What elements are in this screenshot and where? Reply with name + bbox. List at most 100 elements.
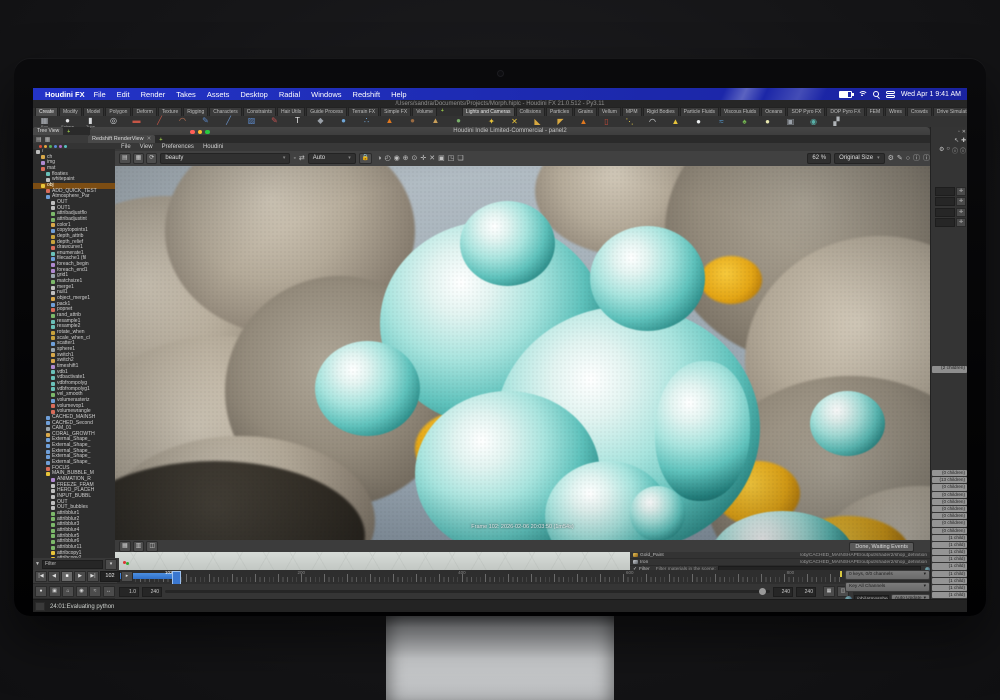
tab-redshift-renderview[interactable]: Redshift RenderView✕ <box>88 135 155 143</box>
wifi-icon[interactable] <box>858 91 867 98</box>
shelf-tool-icon[interactable]: ▣ <box>779 117 802 126</box>
renderview-round-icon[interactable]: ✛ <box>420 154 426 163</box>
tree-filter-menu-button[interactable]: ▾ <box>105 559 117 570</box>
playbar-side-icon[interactable]: ▦ <box>823 586 835 597</box>
panel-window-button[interactable]: ▫ <box>958 129 960 135</box>
shelf-tool-icon[interactable]: ● <box>401 116 424 128</box>
renderview-round-icon[interactable]: ⊕ <box>403 154 409 163</box>
shelf-tab-oceans[interactable]: Oceans <box>761 107 786 116</box>
range-slider[interactable] <box>165 590 770 593</box>
tree-dot[interactable] <box>59 145 62 148</box>
renderview-right-icon[interactable]: ⓘ <box>923 154 930 163</box>
shelf-tool-icon[interactable]: ✎ <box>194 116 217 128</box>
shelf-tool-icon[interactable]: ╱ <box>148 116 171 128</box>
loop-icon[interactable]: ⇄ <box>299 154 305 163</box>
shelf-tool-icon[interactable]: ◎ <box>102 116 125 128</box>
material-row[interactable]: Iron /obj/CACHED_MAINSHAPE/output/shader… <box>630 559 930 566</box>
playbar-option-icon-1[interactable]: ▣ <box>49 586 61 597</box>
shelf-tab-rigid-bodies[interactable]: Rigid Bodies <box>643 107 679 116</box>
status-indicator-box[interactable] <box>35 602 45 611</box>
shelf-tab-sop-pyro-fx[interactable]: SOP Pyro FX <box>787 107 825 116</box>
param-field-row[interactable]: ✛ <box>931 185 967 196</box>
renderview-right-icon[interactable]: ✎ <box>897 154 903 163</box>
play-button[interactable]: ▶ <box>74 571 86 582</box>
param-field-row[interactable]: ✛ <box>931 217 967 228</box>
image-size-select[interactable]: Original Size▾ <box>834 153 885 164</box>
tree-dot[interactable] <box>49 145 52 148</box>
grid-view-icon[interactable]: ▦ <box>45 136 51 143</box>
menubar-clock[interactable]: Wed Apr 1 9:41 AM <box>901 91 961 98</box>
playhead[interactable] <box>172 571 181 584</box>
panel-window-button[interactable]: ✕ <box>962 129 966 135</box>
shelf-tool-icon[interactable]: ╱ <box>217 116 240 128</box>
tree-dot[interactable] <box>54 145 57 148</box>
jump-to-start-button[interactable]: |◀ <box>35 571 47 582</box>
shelf-tool-icon[interactable]: ● <box>332 116 355 128</box>
play-backwards-button[interactable]: ◀ <box>48 571 60 582</box>
strip-icon[interactable]: ▦ <box>119 541 131 552</box>
renderview-right-icon[interactable]: ⚙ <box>888 154 894 163</box>
zoom-level-field[interactable]: 62 % <box>807 153 831 164</box>
shelf-tool-icon[interactable]: ▮Tube <box>79 116 102 128</box>
range-start-field[interactable]: 1.0 <box>119 587 139 597</box>
shelf-tool-icon[interactable]: ● <box>756 117 779 126</box>
range-slider-handle[interactable] <box>759 588 766 595</box>
global-end-field[interactable]: 240 <box>796 587 816 597</box>
minimize-window-button[interactable] <box>198 130 203 135</box>
shelf-tab-particle-fluids[interactable]: Particle Fluids <box>680 107 719 116</box>
shelf-tool-icon[interactable]: ✕ <box>503 117 526 126</box>
stop-button[interactable]: ■ <box>61 571 73 582</box>
shelf-tool-icon[interactable]: ●Sphere <box>56 116 79 128</box>
renderview-menu-houdini[interactable]: Houdini <box>203 144 223 150</box>
shelf-tool-icon[interactable]: ∴ <box>355 116 378 128</box>
panel-tool-icon[interactable]: ⚙ <box>939 146 944 155</box>
playbar-option-icon-5[interactable]: ↔ <box>103 586 115 597</box>
render-pass-select[interactable]: beauty▾ <box>160 153 290 164</box>
shelf-tool-icon[interactable]: ◉ <box>802 117 825 126</box>
playbar-option-icon-0[interactable]: ● <box>35 586 47 597</box>
shelf-tool-icon[interactable]: ✎ <box>263 116 286 128</box>
shelf-tab-grains[interactable]: Grains <box>574 107 597 116</box>
material-row[interactable]: Gold_Paint /obj/CACHED_MAINSHAPE/output/… <box>630 552 930 559</box>
renderview-round-icon[interactable]: ⊙ <box>412 154 418 163</box>
renderview-round-icon[interactable]: ◳ <box>448 154 455 163</box>
auto-mode-select[interactable]: Auto▾ <box>308 153 356 164</box>
funnel-icon[interactable]: ▼ <box>35 561 40 567</box>
shelf-tool-icon[interactable]: ▞ <box>825 117 848 126</box>
menubar-item-windows[interactable]: Windows <box>311 90 341 99</box>
panel-tool-icon[interactable]: ⓘ <box>952 146 958 155</box>
tree-filter-input[interactable]: Filter <box>42 560 103 569</box>
renderview-round-icon[interactable]: ▣ <box>438 154 445 163</box>
param-field-row[interactable]: ✛ <box>931 196 967 207</box>
playbar-option-icon-2[interactable]: ⌂ <box>62 586 74 597</box>
shelf-tab-viscous-fluids[interactable]: Viscous Fluids <box>720 107 760 116</box>
menubar-item-render[interactable]: Render <box>141 90 166 99</box>
renderview-round-icon[interactable]: ◑ <box>377 154 381 163</box>
menubar-item-edit[interactable]: Edit <box>117 90 130 99</box>
network-editor-pane[interactable] <box>115 552 630 570</box>
playbar-option-icon-3[interactable]: ◉ <box>76 586 88 597</box>
renderview-menu-view[interactable]: View <box>140 144 153 150</box>
close-tab-icon[interactable]: ✕ <box>147 136 152 142</box>
tab-tree-view[interactable]: Tree View <box>33 127 63 135</box>
renderview-tool-icon[interactable]: ⟳ <box>146 153 157 164</box>
menubar-item-radial[interactable]: Radial <box>279 90 300 99</box>
channels-summary-button[interactable]: 0 keys, 0/0 channels▾ <box>845 570 930 580</box>
playbar-option-icon-4[interactable]: ≈ <box>89 586 101 597</box>
lock-icon[interactable]: 🔒 <box>359 153 372 164</box>
renderview-menu-file[interactable]: File <box>121 144 131 150</box>
render-viewport[interactable]: Frame 102: 2026-02-06 20:03:50 (1m54s) <box>115 166 930 540</box>
shelf-tab-dop-pyro-fx[interactable]: DOP Pyro FX <box>826 107 864 116</box>
traffic-lights[interactable] <box>190 130 210 135</box>
shelf-tool-icon[interactable]: ▦Box <box>33 116 56 128</box>
renderview-round-icon[interactable]: ❏ <box>457 154 463 163</box>
control-center-icon[interactable] <box>886 91 895 98</box>
shelf-tab-particles[interactable]: Particles <box>546 107 573 116</box>
shelf-tool-icon[interactable]: ▲ <box>424 116 447 128</box>
renderview-round-icon[interactable]: ✕ <box>429 154 435 163</box>
menubar-item-assets[interactable]: Assets <box>207 90 230 99</box>
panel-tool-icon[interactable]: ⓘ <box>960 146 966 155</box>
panel-tool-icon[interactable]: ↖ <box>954 137 959 144</box>
shelf-tool-icon[interactable]: ◣ <box>526 117 549 126</box>
menubar-item-redshift[interactable]: Redshift <box>353 90 381 99</box>
